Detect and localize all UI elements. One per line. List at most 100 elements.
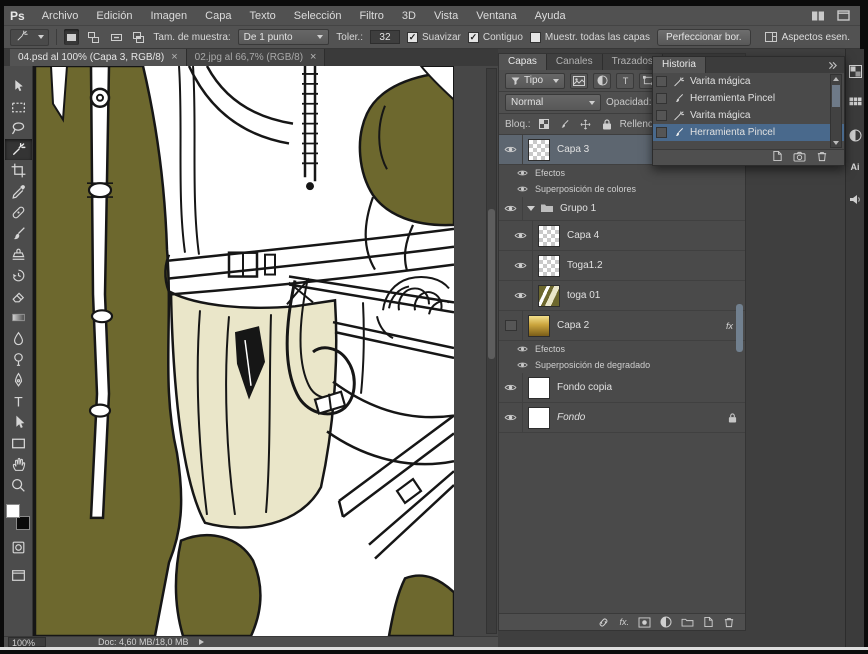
visibility-eye-empty[interactable]: [499, 311, 523, 340]
menu-item-imagen[interactable]: Imagen: [141, 6, 196, 26]
layer-thumbnail[interactable]: [538, 254, 560, 277]
eraser-tool[interactable]: [5, 286, 32, 307]
styles-panel-icon[interactable]: [847, 127, 863, 143]
eyedropper-tool[interactable]: [5, 181, 32, 202]
scrollbar-thumb[interactable]: [488, 209, 495, 359]
path-selection-tool[interactable]: [5, 412, 32, 433]
delete-layer-icon[interactable]: [723, 616, 735, 628]
visibility-eye-icon[interactable]: [509, 251, 533, 280]
layer-row-toga01[interactable]: toga 01: [499, 281, 745, 311]
zoom-tool[interactable]: [5, 475, 32, 496]
arrange-documents-icon[interactable]: [811, 10, 825, 22]
lock-transparency-icon[interactable]: [536, 117, 552, 132]
history-step-3[interactable]: Varita mágica: [653, 107, 844, 124]
audio-megaphone-icon[interactable]: [847, 191, 863, 207]
layer-thumbnail[interactable]: [528, 314, 550, 337]
filter-kind-dropdown[interactable]: Tipo: [505, 72, 566, 89]
filter-adjustment-layers-icon[interactable]: [593, 72, 612, 89]
brush-tool[interactable]: [5, 223, 32, 244]
intersect-selection-mode-button[interactable]: [131, 29, 146, 45]
new-adjustment-layer-icon[interactable]: [660, 616, 672, 628]
new-document-from-state-icon[interactable]: [772, 149, 783, 167]
lock-all-icon[interactable]: [599, 117, 615, 132]
history-step-4-selected[interactable]: Herramienta Pincel: [653, 124, 844, 141]
tab-canales[interactable]: Canales: [546, 54, 603, 70]
close-tab-icon[interactable]: ×: [310, 52, 316, 63]
hand-tool[interactable]: [5, 454, 32, 475]
history-step-1[interactable]: Varita mágica: [653, 73, 844, 90]
color-panel-icon[interactable]: [847, 63, 863, 79]
move-tool[interactable]: [5, 76, 32, 97]
visibility-eye-icon[interactable]: [499, 403, 523, 432]
add-selection-mode-button[interactable]: [86, 29, 101, 45]
layer-row-fondo-copia[interactable]: Fondo copia: [499, 373, 745, 403]
effects-row[interactable]: Efectos: [499, 341, 745, 357]
type-tool[interactable]: T: [5, 391, 32, 412]
effect-gradient-overlay-row[interactable]: Superposición de degradado: [499, 357, 745, 373]
foreground-color-swatch[interactable]: [6, 504, 20, 518]
visibility-eye-icon[interactable]: [499, 135, 523, 164]
fx-badge[interactable]: fx: [726, 321, 733, 331]
layer-styles-fx-icon[interactable]: fx.: [619, 617, 629, 627]
history-source-checkbox[interactable]: [656, 110, 667, 121]
shape-tool[interactable]: [5, 433, 32, 454]
layer-thumbnail[interactable]: [528, 376, 550, 399]
tolerance-input[interactable]: [369, 30, 400, 44]
menu-item-edicion[interactable]: Edición: [87, 6, 141, 26]
tool-preset-picker[interactable]: [10, 28, 49, 46]
clone-stamp-tool[interactable]: [5, 244, 32, 265]
dodge-tool[interactable]: [5, 349, 32, 370]
visibility-eye-icon[interactable]: [513, 169, 531, 177]
status-menu-arrow-icon[interactable]: [198, 639, 204, 645]
menu-item-ventana[interactable]: Ventana: [467, 6, 525, 26]
layer-row-fondo[interactable]: Fondo: [499, 403, 745, 433]
quick-mask-button[interactable]: [5, 537, 32, 558]
panel-menu-icon[interactable]: [828, 57, 844, 73]
lock-position-icon[interactable]: [578, 117, 594, 132]
lock-pixels-icon[interactable]: [557, 117, 573, 132]
tab-document-02jpg[interactable]: 02.jpg al 66,7% (RGB/8) ×: [186, 49, 326, 66]
menu-item-seleccion[interactable]: Selección: [285, 6, 351, 26]
layer-row-capa4[interactable]: Capa 4: [499, 221, 745, 251]
layer-row-capa2[interactable]: Capa 2 fx: [499, 311, 745, 341]
antialias-checkbox[interactable]: ✓ Suavizar: [406, 31, 461, 43]
layer-thumbnail[interactable]: [538, 224, 560, 247]
layer-thumbnail[interactable]: [538, 284, 560, 307]
healing-brush-tool[interactable]: [5, 202, 32, 223]
app-window-icon[interactable]: [837, 10, 850, 21]
menu-item-vista[interactable]: Vista: [425, 6, 467, 26]
visibility-eye-icon[interactable]: [513, 361, 531, 369]
scrollbar-thumb[interactable]: [832, 85, 840, 107]
history-scrollbar[interactable]: [830, 74, 842, 148]
tab-historia[interactable]: Historia: [653, 57, 706, 73]
add-layer-mask-icon[interactable]: [638, 616, 651, 628]
new-layer-icon[interactable]: [703, 616, 714, 628]
layer-thumbnail[interactable]: [528, 406, 550, 429]
visibility-eye-icon[interactable]: [499, 197, 523, 220]
effect-color-overlay-row[interactable]: Superposición de colores: [499, 181, 745, 197]
filter-pixel-layers-icon[interactable]: [570, 72, 589, 89]
menu-item-3d[interactable]: 3D: [393, 6, 425, 26]
menu-item-texto[interactable]: Texto: [240, 6, 284, 26]
history-brush-tool[interactable]: [5, 265, 32, 286]
delete-state-trash-icon[interactable]: [816, 149, 828, 167]
layer-thumbnail[interactable]: [528, 138, 550, 161]
blend-mode-dropdown[interactable]: Normal: [505, 94, 601, 111]
screen-mode-button[interactable]: [5, 565, 32, 586]
marquee-tool[interactable]: [5, 97, 32, 118]
scroll-down-icon[interactable]: [832, 139, 840, 147]
effects-row[interactable]: Efectos: [499, 165, 745, 181]
menu-item-filtro[interactable]: Filtro: [350, 6, 392, 26]
visibility-eye-icon[interactable]: [509, 281, 533, 310]
layer-row-toga12[interactable]: Toga1.2: [499, 251, 745, 281]
menu-item-capa[interactable]: Capa: [196, 6, 240, 26]
visibility-eye-icon[interactable]: [499, 373, 523, 402]
lasso-tool[interactable]: [5, 118, 32, 139]
blur-tool[interactable]: [5, 328, 32, 349]
new-group-icon[interactable]: [681, 617, 694, 627]
tab-capas[interactable]: Capas: [499, 54, 547, 70]
sample-size-dropdown[interactable]: De 1 punto: [237, 29, 330, 45]
pen-tool[interactable]: [5, 370, 32, 391]
layers-scrollbar-thumb[interactable]: [736, 304, 743, 352]
background-color-swatch[interactable]: [16, 516, 30, 530]
